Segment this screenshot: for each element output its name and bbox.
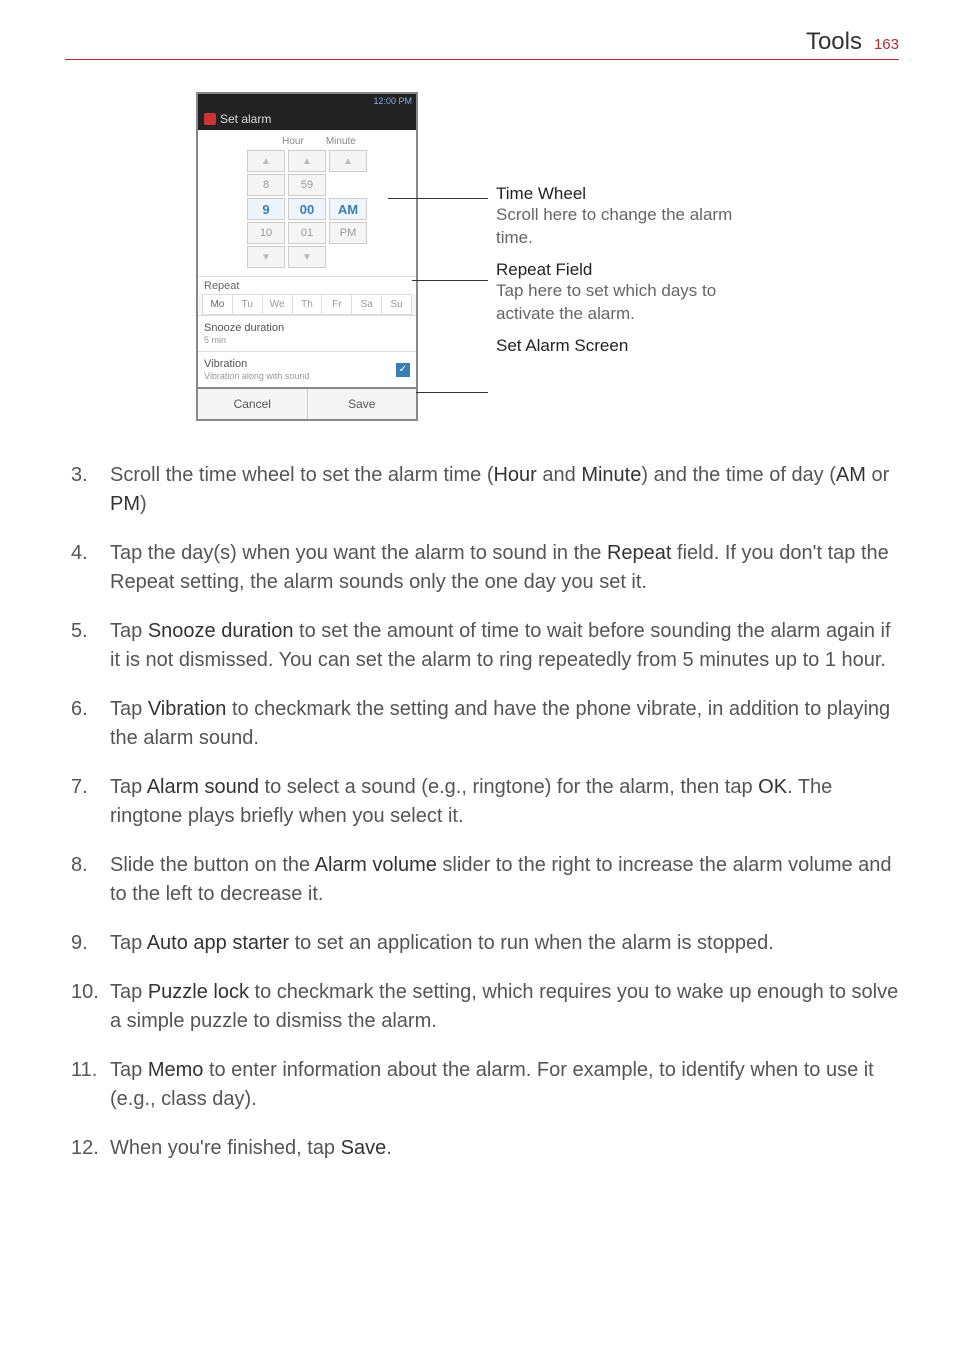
step-11: Tap Memo to enter information about the … <box>65 1056 899 1114</box>
hour-next: 10 <box>247 222 285 244</box>
day-sa[interactable]: Sa <box>352 295 382 314</box>
snooze-duration-row[interactable]: Snooze duration 5 min <box>198 315 416 351</box>
step-7: Tap Alarm sound to select a sound (e.g.,… <box>65 773 899 831</box>
minute-label: Minute <box>326 136 356 147</box>
annot-setalarm-title: Set Alarm Screen <box>496 336 768 356</box>
step-12: When you're finished, tap Save. <box>65 1134 899 1163</box>
phone-screenshot: 12:00 PM Set alarm Hour Minute ▲ ▲ ▲ 8 5… <box>196 92 418 421</box>
header-title: Tools <box>806 28 862 56</box>
app-title-bar: Set alarm <box>198 108 416 130</box>
figure-area: 12:00 PM Set alarm Hour Minute ▲ ▲ ▲ 8 5… <box>65 92 899 421</box>
step-10: Tap Puzzle lock to checkmark the setting… <box>65 978 899 1036</box>
step-6: Tap Vibration to checkmark the setting a… <box>65 695 899 753</box>
day-fr[interactable]: Fr <box>322 295 352 314</box>
step-3: Scroll the time wheel to set the alarm t… <box>65 461 899 519</box>
instruction-list: Scroll the time wheel to set the alarm t… <box>65 461 899 1163</box>
hour-up-arrow[interactable]: ▲ <box>247 150 285 172</box>
hour-value[interactable]: 9 <box>247 198 285 220</box>
vibration-sub: Vibration along with sound <box>204 371 309 381</box>
day-we[interactable]: We <box>263 295 293 314</box>
hour-down-arrow[interactable]: ▼ <box>247 246 285 268</box>
save-button[interactable]: Save <box>308 389 417 419</box>
minute-next: 01 <box>288 222 326 244</box>
hour-prev: 8 <box>247 174 285 196</box>
ampm-down-blank <box>329 246 367 268</box>
annot-timewheel-title: Time Wheel <box>496 184 768 204</box>
annotations: Time Wheel Scroll here to change the ala… <box>488 92 768 366</box>
annot-timewheel-desc: Scroll here to change the alarm time. <box>496 204 768 250</box>
minute-value[interactable]: 00 <box>288 198 326 220</box>
step-5: Tap Snooze duration to set the amount of… <box>65 617 899 675</box>
annot-repeat-desc: Tap here to set which days to activate t… <box>496 280 768 326</box>
repeat-field[interactable]: Mo Tu We Th Fr Sa Su <box>202 294 412 315</box>
status-bar: 12:00 PM <box>198 94 416 108</box>
repeat-label: Repeat <box>198 276 416 294</box>
ampm-prev <box>329 174 367 196</box>
step-8: Slide the button on the Alarm volume sli… <box>65 851 899 909</box>
page-header: Tools 163 <box>65 28 899 60</box>
hour-label: Hour <box>282 136 304 147</box>
ampm-next: PM <box>329 222 367 244</box>
alarm-icon <box>204 113 216 125</box>
vibration-row[interactable]: Vibration Vibration along with sound ✓ <box>198 351 416 387</box>
annot-repeat-title: Repeat Field <box>496 260 768 280</box>
header-page-number: 163 <box>874 36 899 53</box>
day-th[interactable]: Th <box>293 295 323 314</box>
cancel-button[interactable]: Cancel <box>198 389 308 419</box>
vibration-checkbox[interactable]: ✓ <box>396 363 410 377</box>
step-9: Tap Auto app starter to set an applicati… <box>65 929 899 958</box>
ampm-value[interactable]: AM <box>329 198 367 220</box>
day-tu[interactable]: Tu <box>233 295 263 314</box>
minute-prev: 59 <box>288 174 326 196</box>
minute-down-arrow[interactable]: ▼ <box>288 246 326 268</box>
button-row: Cancel Save <box>198 387 416 419</box>
app-title: Set alarm <box>220 112 271 126</box>
step-4: Tap the day(s) when you want the alarm t… <box>65 539 899 597</box>
day-mo[interactable]: Mo <box>203 295 233 314</box>
day-su[interactable]: Su <box>382 295 411 314</box>
minute-up-arrow[interactable]: ▲ <box>288 150 326 172</box>
ampm-up-arrow[interactable]: ▲ <box>329 150 367 172</box>
snooze-sub: 5 min <box>204 335 284 345</box>
snooze-title: Snooze duration <box>204 322 284 334</box>
vibration-title: Vibration <box>204 358 309 370</box>
time-wheel[interactable]: Hour Minute ▲ ▲ ▲ 8 59 9 00 AM <box>198 130 416 276</box>
